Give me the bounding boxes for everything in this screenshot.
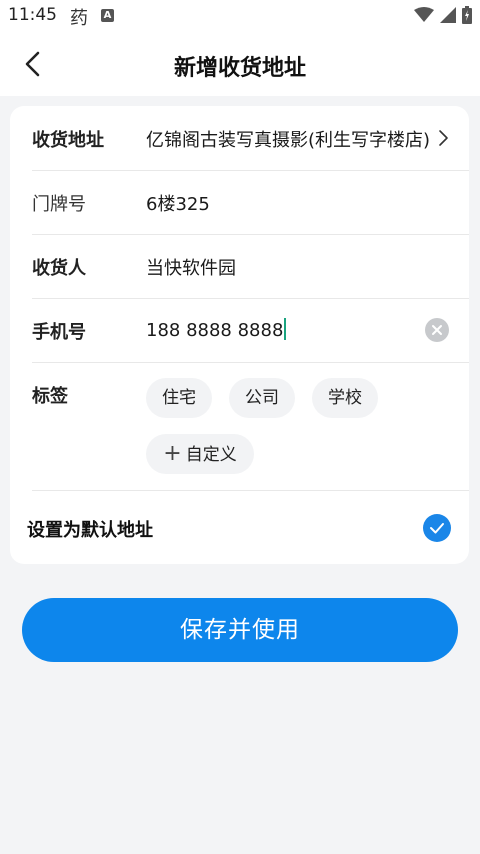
doorplate-label: 门牌号 [32,194,86,215]
address-form-card: 收货地址 亿锦阁古装写真摄影(利生写字楼店) 门牌号 6楼325 收货人 当快软… [10,106,469,564]
phone-label: 手机号 [32,322,86,343]
receiver-field[interactable]: 当快软件园 [146,254,236,280]
status-bar: 11:45 药 A [0,0,480,32]
receiver-label: 收货人 [32,258,86,279]
chevron-right-icon [439,130,448,146]
tags-row: 标签 住宅 公司 学校 + 自定义 [32,362,469,491]
doorplate-row: 门牌号 6楼325 [32,170,469,235]
tag-school[interactable]: 学校 [312,378,378,418]
signal-icon [440,7,456,23]
nav-bar: 新增收货地址 [0,32,480,96]
address-row[interactable]: 收货地址 亿锦阁古装写真摄影(利生写字楼店) [32,106,469,171]
text-cursor [284,318,287,340]
status-icons [414,6,472,24]
tag-home[interactable]: 住宅 [146,378,212,418]
receiver-row: 收货人 当快软件园 [32,234,469,299]
battery-icon [462,6,472,24]
wifi-icon [414,7,434,22]
default-address-label: 设置为默认地址 [27,520,153,541]
tag-company[interactable]: 公司 [229,378,295,418]
close-icon [432,325,442,335]
check-icon [430,523,444,534]
status-a-badge-icon: A [101,9,114,22]
tag-custom-button[interactable]: + 自定义 [146,434,254,474]
tags-label: 标签 [32,386,68,407]
clear-button[interactable] [425,318,449,342]
address-label: 收货地址 [32,130,104,151]
doorplate-field[interactable]: 6楼325 [146,190,210,216]
phone-row: 手机号 188 8888 8888 [32,298,469,363]
status-time: 11:45 [8,5,57,25]
save-and-use-button[interactable]: 保存并使用 [22,598,458,662]
status-app-icon: 药 [70,8,88,29]
address-value: 亿锦阁古装写真摄影(利生写字楼店) [146,130,431,151]
phone-field[interactable]: 188 8888 8888 [146,318,287,341]
plus-icon: + [163,441,182,466]
phone-value: 188 8888 8888 [146,320,284,341]
default-address-checkbox[interactable] [423,514,451,542]
tag-custom-label: 自定义 [185,445,237,465]
page-title: 新增收货地址 [173,56,306,81]
